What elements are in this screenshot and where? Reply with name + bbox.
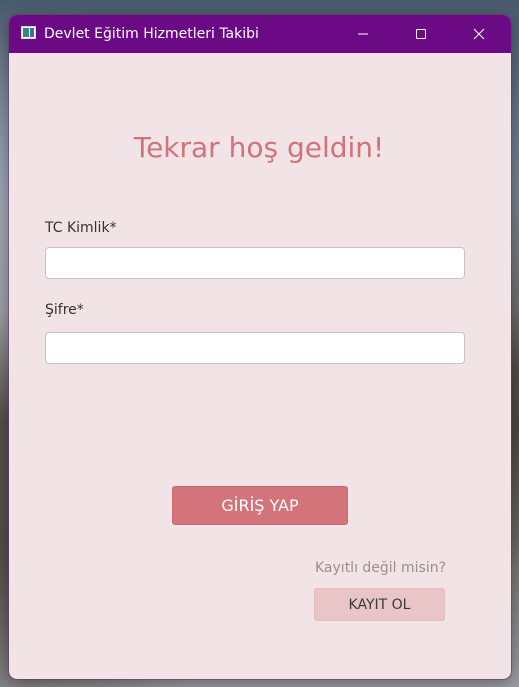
maximize-button[interactable] [398,15,444,53]
app-icon [21,26,36,39]
password-input[interactable] [45,332,465,364]
tc-kimlik-input[interactable] [45,247,465,279]
minimize-icon [358,33,368,35]
title-bar[interactable]: Devlet Eğitim Hizmetleri Takibi [9,15,511,53]
maximize-icon [416,29,426,39]
close-button[interactable] [456,15,502,53]
register-button[interactable]: KAYIT OL [314,588,445,621]
password-label: Şifre* [45,302,84,318]
app-icon-left-pane [23,28,29,37]
close-icon [473,28,485,40]
welcome-heading: Tekrar hoş geldin! [133,131,385,164]
register-prompt: Kayıtlı değil misin? [315,560,447,576]
login-form: Tekrar hoş geldin! TC Kimlik* Şifre* GİR… [9,53,511,679]
tc-kimlik-label: TC Kimlik* [45,220,117,236]
app-window: Devlet Eğitim Hizmetleri Takibi Tekrar h… [9,15,511,679]
window-title: Devlet Eğitim Hizmetleri Takibi [44,26,259,42]
app-icon-right-pane [30,28,34,37]
login-button[interactable]: GİRİŞ YAP [172,486,348,525]
minimize-button[interactable] [340,15,386,53]
